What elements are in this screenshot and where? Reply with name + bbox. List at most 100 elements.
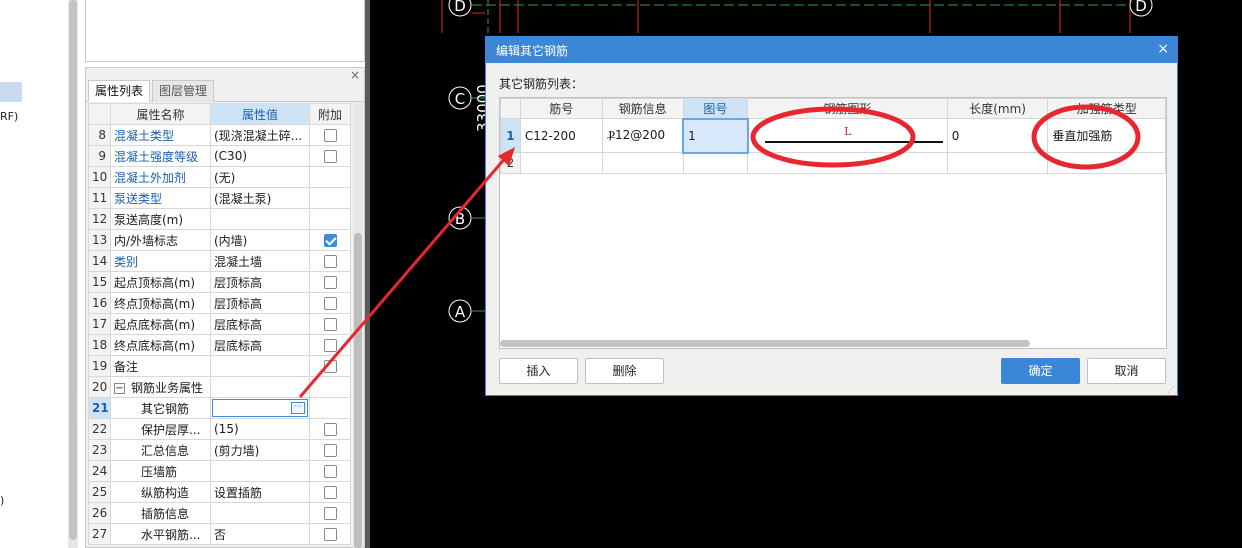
rebar-info-cell[interactable] bbox=[601, 152, 684, 174]
property-row[interactable]: 8 混凝土类型 (现浇混凝土碎... bbox=[88, 124, 351, 146]
rebar-row[interactable]: 2 bbox=[500, 152, 1166, 174]
property-value-cell[interactable]: (C30) bbox=[210, 145, 310, 167]
append-checkbox[interactable] bbox=[323, 276, 337, 289]
property-value-cell[interactable]: (内墙) bbox=[210, 229, 310, 251]
rebar-fig-no-cell[interactable] bbox=[682, 152, 749, 174]
resize-grip-icon[interactable]: ⋰ bbox=[1167, 386, 1175, 394]
property-extra-cell bbox=[309, 271, 351, 293]
property-value-cell[interactable]: (剪力墙) bbox=[210, 439, 310, 461]
rebar-type-cell[interactable]: 垂直加强筋 bbox=[1047, 118, 1166, 153]
append-checkbox[interactable] bbox=[323, 486, 337, 499]
append-checkbox[interactable] bbox=[323, 255, 337, 268]
rebar-row-number[interactable]: 2 bbox=[500, 152, 521, 174]
property-scrollbar-thumb[interactable] bbox=[354, 233, 362, 548]
property-row[interactable]: 22 保护层厚... (15) bbox=[88, 418, 351, 440]
ellipsis-icon[interactable]: ··· bbox=[291, 402, 305, 414]
property-value-cell[interactable]: 层底标高 bbox=[210, 313, 310, 335]
ok-button[interactable]: 确定 bbox=[1001, 358, 1080, 384]
rebar-col-bar-no: 筋号 bbox=[519, 98, 603, 119]
left-selection-highlight[interactable] bbox=[0, 82, 22, 102]
append-checkbox[interactable] bbox=[323, 528, 337, 541]
property-value-cell[interactable] bbox=[210, 355, 310, 377]
rebar-grid: 筋号 钢筋信息 图号 钢筋图形 长度(mm) 加强筋类型 1 C12-200 Ⳁ… bbox=[499, 97, 1167, 349]
property-value-cell[interactable]: 混凝土墙 bbox=[210, 250, 310, 272]
property-value-cell[interactable]: 层顶标高 bbox=[210, 271, 310, 293]
property-name: 混凝土外加剂 bbox=[114, 170, 187, 185]
property-row-number: 26 bbox=[88, 502, 111, 524]
property-scrollbar[interactable] bbox=[353, 103, 363, 548]
property-value-cell[interactable] bbox=[210, 502, 310, 524]
append-checkbox[interactable] bbox=[323, 339, 337, 352]
append-checkbox[interactable] bbox=[323, 507, 337, 520]
append-checkbox[interactable] bbox=[323, 360, 337, 373]
property-value-cell[interactable] bbox=[210, 460, 310, 482]
append-checkbox[interactable] bbox=[323, 423, 337, 436]
property-row[interactable]: 23 汇总信息 (剪力墙) bbox=[88, 439, 351, 461]
property-row[interactable]: 26 插筋信息 bbox=[88, 502, 351, 524]
property-value-cell[interactable]: ··· bbox=[210, 397, 310, 419]
property-value-cell[interactable] bbox=[210, 208, 310, 230]
property-name: 混凝土强度等级 bbox=[114, 149, 199, 164]
property-value-cell[interactable]: (现浇混凝土碎... bbox=[210, 124, 310, 146]
rebar-shape-cell[interactable]: L bbox=[747, 118, 948, 153]
axis-label-b: B bbox=[455, 210, 465, 228]
property-row[interactable]: 11 泵送类型 (混凝土泵) bbox=[88, 187, 351, 209]
property-value-cell[interactable]: (混凝土泵) bbox=[210, 187, 310, 209]
property-row[interactable]: 25 纵筋构造 设置插筋 bbox=[88, 481, 351, 503]
property-value-cell[interactable] bbox=[210, 376, 310, 398]
rebar-bar-no-cell[interactable] bbox=[519, 152, 603, 174]
rebar-row-number[interactable]: 1 bbox=[500, 118, 521, 153]
rebar-grid-hscrollbar[interactable] bbox=[500, 340, 1030, 347]
property-name-cell: − 钢筋业务属性 bbox=[110, 376, 211, 398]
rebar-shape-cell[interactable] bbox=[747, 152, 948, 174]
rebar-bar-no-cell[interactable]: C12-200 bbox=[519, 118, 603, 153]
append-checkbox[interactable] bbox=[323, 129, 337, 142]
property-value-cell[interactable]: 设置插筋 bbox=[210, 481, 310, 503]
append-checkbox[interactable] bbox=[323, 234, 337, 247]
property-row[interactable]: 24 压墙筋 bbox=[88, 460, 351, 482]
tab-layer-management[interactable]: 图层管理 bbox=[152, 80, 215, 102]
property-value-cell[interactable]: (15) bbox=[210, 418, 310, 440]
property-row[interactable]: 15 起点顶标高(m) 层顶标高 bbox=[88, 271, 351, 293]
property-row-number: 10 bbox=[88, 166, 111, 188]
property-value-cell[interactable]: 层顶标高 bbox=[210, 292, 310, 314]
delete-button[interactable]: 删除 bbox=[585, 358, 664, 384]
cancel-button[interactable]: 取消 bbox=[1087, 358, 1166, 384]
insert-button[interactable]: 插入 bbox=[499, 358, 578, 384]
append-checkbox[interactable] bbox=[323, 318, 337, 331]
property-row[interactable]: 9 混凝土强度等级 (C30) bbox=[88, 145, 351, 167]
dialog-title-bar[interactable]: 编辑其它钢筋 × bbox=[486, 37, 1177, 63]
property-row[interactable]: 13 内/外墙标志 (内墙) bbox=[88, 229, 351, 251]
property-value-cell[interactable]: 层底标高 bbox=[210, 334, 310, 356]
rebar-type-cell[interactable] bbox=[1047, 152, 1166, 174]
rebar-row[interactable]: 1 C12-200 Ⳁ12@200 1 L 0 垂直加强筋 bbox=[500, 117, 1166, 154]
property-row[interactable]: 16 终点顶标高(m) 层顶标高 bbox=[88, 292, 351, 314]
property-value-cell[interactable]: (无) bbox=[210, 166, 310, 188]
property-value-cell[interactable]: 否 bbox=[210, 523, 310, 545]
collapse-icon[interactable]: − bbox=[114, 382, 125, 394]
append-checkbox[interactable] bbox=[323, 444, 337, 457]
dialog-close-icon[interactable]: × bbox=[1157, 41, 1169, 57]
append-checkbox[interactable] bbox=[323, 465, 337, 478]
property-row[interactable]: 17 起点底标高(m) 层底标高 bbox=[88, 313, 351, 335]
property-name-cell: 水平钢筋... bbox=[110, 523, 211, 545]
rebar-length-cell[interactable] bbox=[946, 152, 1049, 174]
property-row[interactable]: 10 混凝土外加剂 (无) bbox=[88, 166, 351, 188]
property-row[interactable]: 20− 钢筋业务属性 bbox=[88, 376, 351, 398]
left-scrollbar-thumb[interactable] bbox=[69, 0, 77, 540]
tab-property-list[interactable]: 属性列表 bbox=[88, 80, 151, 102]
property-row[interactable]: 27 水平钢筋... 否 bbox=[88, 523, 351, 545]
property-value-editor[interactable]: ··· bbox=[212, 399, 308, 417]
property-row[interactable]: 18 终点底标高(m) 层底标高 bbox=[88, 334, 351, 356]
append-checkbox[interactable] bbox=[323, 150, 337, 163]
property-row[interactable]: 21 其它钢筋 ··· bbox=[88, 397, 351, 419]
property-row[interactable]: 19 备注 bbox=[88, 355, 351, 377]
append-checkbox[interactable] bbox=[323, 297, 337, 310]
left-scrollbar[interactable] bbox=[68, 0, 78, 548]
property-row[interactable]: 12 泵送高度(m) bbox=[88, 208, 351, 230]
property-row[interactable]: 14 类别 混凝土墙 bbox=[88, 250, 351, 272]
rebar-length-cell[interactable]: 0 bbox=[946, 118, 1049, 153]
rebar-info-cell[interactable]: Ⳁ12@200 bbox=[601, 118, 684, 153]
rebar-fig-no-cell[interactable]: 1 bbox=[682, 117, 749, 154]
top-panel bbox=[85, 0, 365, 62]
